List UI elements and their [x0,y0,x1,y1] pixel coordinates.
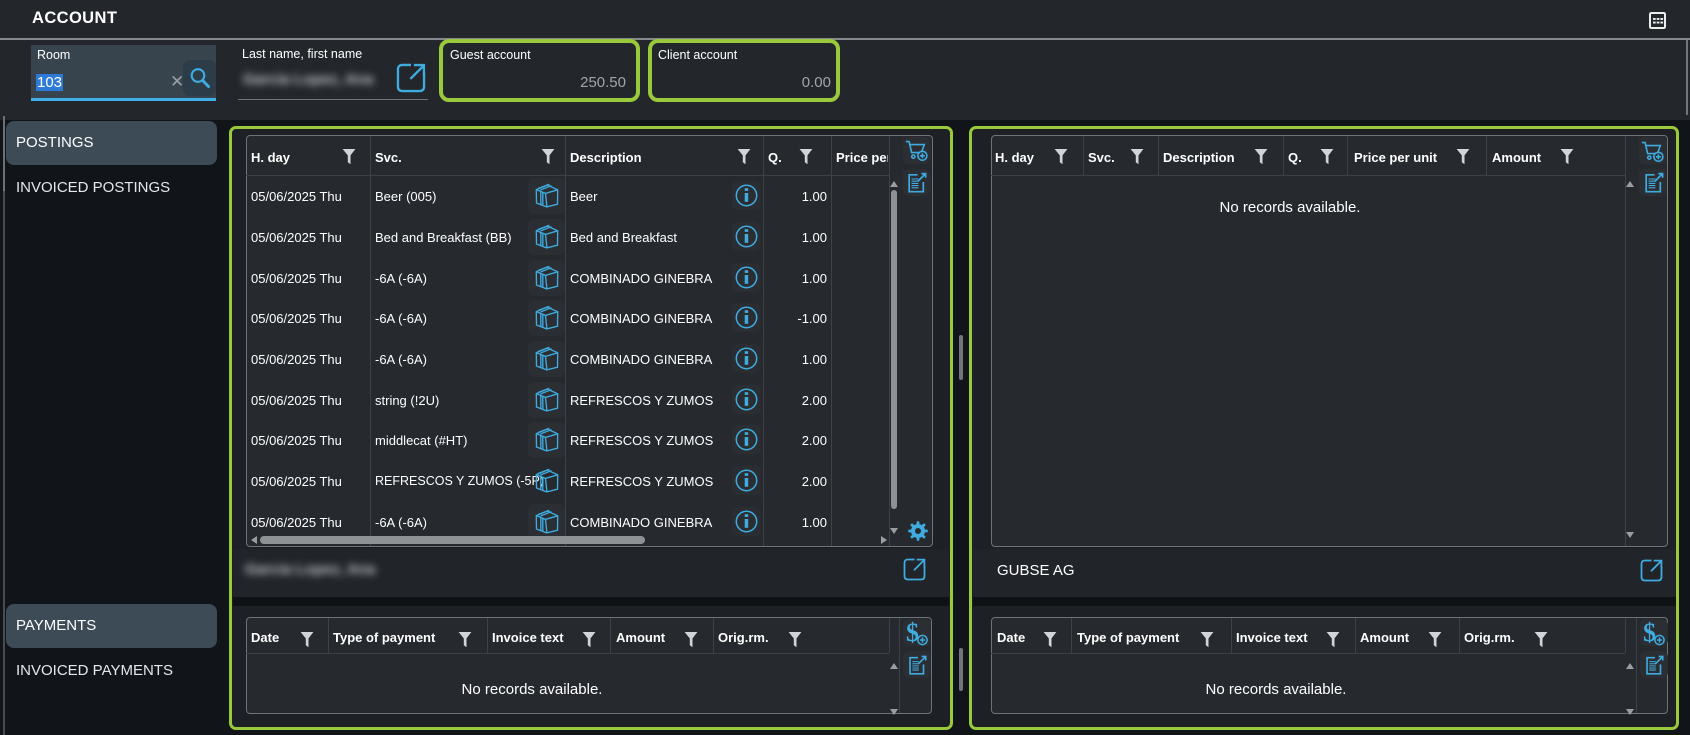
svg-text:$: $ [906,620,919,647]
svg-text:$: $ [1643,620,1656,647]
